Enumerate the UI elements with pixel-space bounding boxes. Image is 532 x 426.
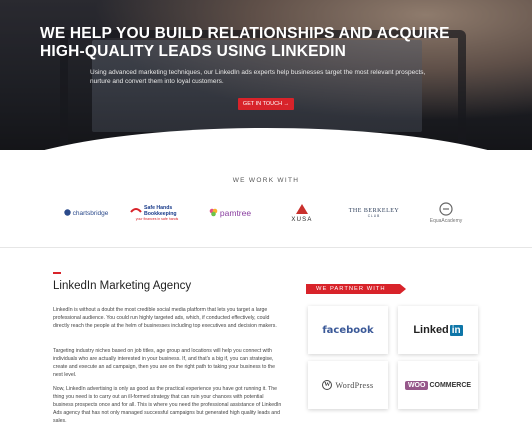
agency-heading: LinkedIn Marketing Agency [53,280,192,292]
facebook-logo: facebook [322,324,374,336]
heading-accent-line [53,272,61,274]
woocommerce-partner-card[interactable]: WOO COMMERCE [398,361,478,409]
safe-hands-logo-text: Safe Hands Bookkeeping [144,205,177,217]
get-in-touch-button[interactable]: GET IN TOUCH → [238,98,294,110]
woocommerce-badge: WOO [404,380,429,390]
section-divider [0,247,532,248]
hero-banner: WE HELP YOU BUILD RELATIONSHIPS AND ACQU… [0,0,532,150]
agency-paragraph-3: Now, LinkedIn advertising is only as goo… [53,386,282,424]
pamtree-icon [209,208,218,219]
wordpress-partner-card[interactable]: W WordPress [308,361,388,409]
agency-paragraph-1: LinkedIn is without a doubt the most cre… [53,307,277,329]
xusa-logo-text: XUSA [291,217,313,223]
xusa-logo: XUSA [282,198,322,228]
facebook-partner-card[interactable]: facebook [308,306,388,354]
linkedin-logo-text: Linked [413,324,449,336]
xusa-icon [295,203,309,217]
chartsbridge-logo-text: chartsbridge [72,209,109,217]
hero-subtitle: Using advanced marketing techniques, our… [90,69,426,85]
the-berkeley-logo: THE BERKELEY CLUB [346,198,402,228]
equa-academy-icon [439,202,453,218]
pamtree-logo: pamtree [202,198,258,228]
chartsbridge-logo: chartsbridge [58,198,114,228]
safe-hands-icon [130,206,142,216]
clients-title: WE WORK WITH [232,177,300,184]
linkedin-partner-card[interactable]: Linked in [398,306,478,354]
chartsbridge-icon [63,208,71,218]
wordpress-logo: W WordPress [322,380,373,390]
safe-hands-logo: Safe Hands Bookkeeping your finances in … [130,198,184,228]
linkedin-in-icon: in [449,324,463,336]
the-berkeley-tagline: CLUB [367,214,381,218]
safe-hands-tagline: your finances in safe hands [135,217,179,221]
wordpress-icon: W [322,380,333,390]
equa-academy-logo-text: EquaAcademy [429,218,463,224]
equa-academy-logo: EquaAcademy [418,198,474,228]
woocommerce-logo-text: COMMERCE [429,381,472,389]
linkedin-logo: Linked in [413,324,463,336]
woocommerce-logo: WOO COMMERCE [404,380,472,390]
hero-title: WE HELP YOU BUILD RELATIONSHIPS AND ACQU… [40,25,450,60]
partners-title: WE PARTNER WITH [306,284,406,294]
wordpress-logo-text: WordPress [335,380,374,390]
agency-paragraph-2: Targeting industry niches based on job t… [53,348,276,378]
pamtree-logo-text: pamtree [219,208,252,218]
